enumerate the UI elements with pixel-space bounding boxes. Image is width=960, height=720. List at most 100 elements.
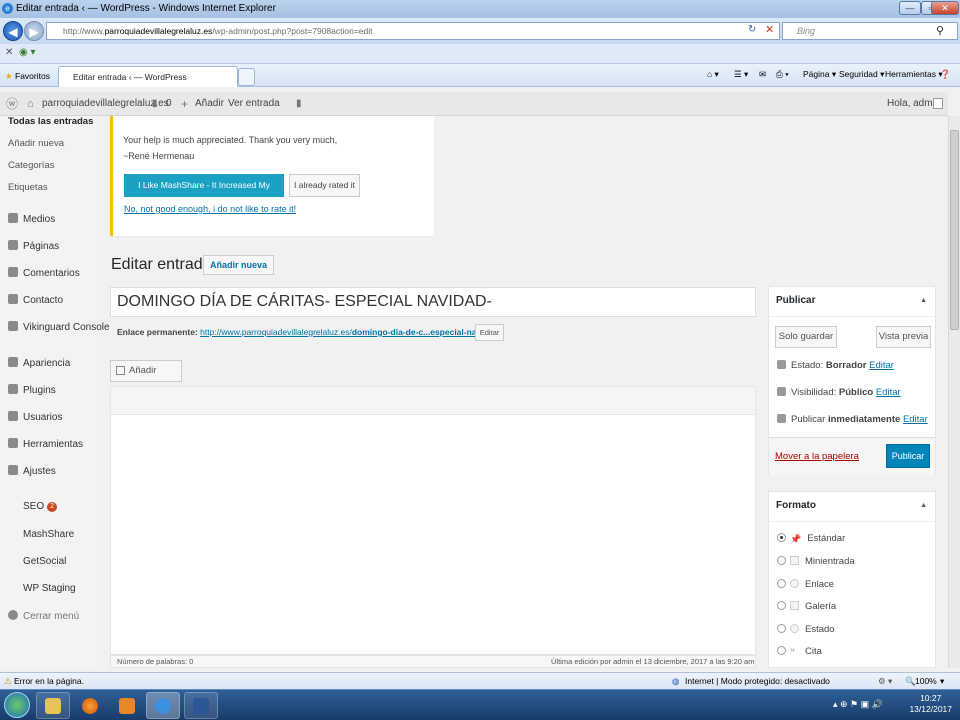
comments-icon[interactable]: ▮	[152, 92, 158, 116]
collapse-arrow-icon[interactable]: ▲	[920, 297, 927, 304]
format-box: Formato ▲ 📌 Estándar Minientrada Enlace G…	[768, 491, 936, 668]
media-player-icon[interactable]	[110, 692, 144, 719]
format-option-aside[interactable]: Minientrada	[777, 556, 855, 567]
already-rated-button[interactable]: I already rated it	[289, 174, 360, 197]
edit-permalink-button[interactable]: Editar	[475, 324, 504, 341]
format-option-gallery[interactable]: Galería	[777, 601, 836, 612]
move-to-trash-link[interactable]: Mover a la papelera	[775, 451, 859, 462]
zoom-level[interactable]: 100%	[915, 673, 937, 689]
stop-icon[interactable]: ✕	[765, 23, 774, 36]
post-title-input[interactable]: DOMINGO DÍA DE CÁRITAS- ESPECIAL NAVIDAD…	[110, 287, 756, 317]
favorites-button[interactable]: ★ Favoritos	[5, 68, 50, 84]
sidebar-item-comments[interactable]: Comentarios	[8, 267, 80, 279]
scrollbar-thumb[interactable]	[950, 130, 959, 330]
editor-toolbar[interactable]	[110, 386, 756, 415]
avatar[interactable]	[933, 98, 943, 109]
address-input[interactable]: http://www.parroquiadevillalegrelaluz.es…	[46, 22, 780, 40]
wordpress-logo-icon[interactable]: ⓦ	[6, 92, 18, 116]
sidebar-item-media[interactable]: Medios	[8, 213, 55, 225]
plugin-icon[interactable]: ▮	[296, 92, 302, 116]
protected-mode-icon[interactable]: ⚙ ▾	[878, 673, 892, 689]
back-button[interactable]: ◀	[3, 21, 23, 41]
feeds-icon[interactable]: ☰ ▾	[734, 69, 748, 80]
sidebar-item-seo[interactable]: SEO 2	[23, 501, 58, 512]
format-option-standard[interactable]: 📌 Estándar	[777, 533, 845, 544]
radio-button[interactable]	[777, 579, 786, 588]
status-error[interactable]: Error en la página.	[14, 673, 84, 689]
browser-tab[interactable]: Editar entrada ‹ — WordPress	[58, 66, 238, 87]
format-option-link[interactable]: Enlace	[777, 579, 834, 590]
radio-button[interactable]	[777, 556, 786, 565]
sidebar-item-wpstaging[interactable]: WP Staging	[23, 583, 76, 594]
taskbar-clock[interactable]: 10:27 13/12/2017	[909, 693, 952, 715]
sidebar-item-plugins[interactable]: Plugins	[8, 384, 56, 396]
security-zone[interactable]: Internet | Modo protegido: desactivado	[685, 673, 830, 689]
refresh-icon[interactable]: ↻	[748, 24, 756, 35]
like-mashshare-button[interactable]: I Like MashShare - It Increased My Share…	[124, 174, 284, 213]
explorer-icon[interactable]	[36, 692, 70, 719]
sidebar-item-contact[interactable]: Contacto	[8, 294, 63, 306]
home-icon[interactable]: ⌂ ▾	[707, 69, 719, 80]
minimize-button[interactable]: —	[899, 1, 921, 15]
mail-icon[interactable]: ✉	[759, 69, 766, 80]
sidebar-item-users[interactable]: Usuarios	[8, 411, 62, 423]
firefox-icon[interactable]	[73, 692, 107, 719]
submenu-tags[interactable]: Etiquetas	[8, 182, 48, 193]
close-toolbar-icon[interactable]: ✕	[5, 47, 13, 58]
pin-icon: 📌	[790, 534, 802, 544]
edit-status-link[interactable]: Editar	[869, 360, 894, 371]
view-post-link[interactable]: Ver entrada	[228, 92, 280, 116]
zoom-dropdown-icon[interactable]: ▾	[940, 673, 944, 689]
edit-schedule-link[interactable]: Editar	[903, 414, 928, 425]
content-editor[interactable]	[110, 415, 756, 655]
radio-button[interactable]	[777, 533, 786, 542]
sidebar-item-getsocial[interactable]: GetSocial	[23, 556, 66, 567]
sidebar-item-vikinguard[interactable]: Vikinguard Console	[8, 321, 110, 333]
not-good-enough-link[interactable]: No, not good enough, i do not like to ra…	[124, 204, 296, 214]
radio-button[interactable]	[777, 646, 786, 655]
edit-visibility-link[interactable]: Editar	[876, 387, 901, 398]
warning-icon[interactable]: ⚠	[4, 673, 12, 689]
comments-count[interactable]: 0	[166, 92, 172, 116]
addon-icon[interactable]: ◉ ▾	[19, 47, 36, 58]
collapse-menu-button[interactable]: Cerrar menú	[8, 610, 79, 622]
submenu-categories[interactable]: Categorías	[8, 160, 54, 171]
preview-button[interactable]: Vista previa	[876, 326, 931, 348]
submenu-add-new[interactable]: Añadir nueva	[8, 138, 64, 149]
page-scrollbar[interactable]	[948, 116, 960, 668]
new-tab-button[interactable]	[238, 68, 255, 86]
submenu-all-posts[interactable]: Todas las entradas	[8, 116, 93, 127]
page-title: Editar entrada	[111, 256, 212, 273]
site-name-link[interactable]: parroquiadevillalegrelaluz.es	[42, 92, 169, 116]
close-button[interactable]: ✕	[931, 1, 959, 15]
save-draft-button[interactable]: Solo guardar	[775, 326, 837, 348]
radio-button[interactable]	[777, 624, 786, 633]
permalink-link[interactable]: http://www.parroquiadevillalegrelaluz.es…	[200, 327, 501, 337]
collapse-arrow-icon[interactable]: ▲	[920, 502, 927, 509]
word-icon[interactable]	[184, 692, 218, 719]
add-new-button[interactable]: Añadir nueva	[203, 255, 275, 275]
search-icon[interactable]: ⚲	[936, 24, 944, 37]
tools-menu[interactable]: Herramientas ▾	[885, 69, 943, 80]
sidebar-item-pages[interactable]: Páginas	[8, 240, 59, 252]
sidebar-item-appearance[interactable]: Apariencia	[8, 357, 70, 369]
ie-taskbar-icon[interactable]	[146, 692, 180, 719]
help-icon[interactable]: ❓	[940, 69, 951, 80]
search-input[interactable]: Bing	[782, 22, 958, 40]
print-icon[interactable]: ⎙ ▾	[776, 69, 789, 80]
sidebar-item-tools[interactable]: Herramientas	[8, 438, 83, 450]
tray-icons[interactable]: ▴ ⊕ ⚑ ▣ 🔊	[833, 699, 883, 710]
format-option-quote[interactable]: ❝ Cita	[777, 646, 822, 658]
publish-button[interactable]: Publicar	[886, 444, 930, 468]
new-content-link[interactable]: Añadir	[195, 92, 224, 116]
calendar-icon	[777, 414, 786, 423]
sidebar-item-settings[interactable]: Ajustes	[8, 465, 56, 477]
page-menu[interactable]: Página ▾	[803, 69, 836, 80]
security-menu[interactable]: Seguridad ▾	[839, 69, 884, 80]
forward-button[interactable]: ▶	[24, 21, 44, 41]
add-media-button[interactable]: Añadir objeto	[110, 360, 182, 396]
start-button[interactable]	[4, 692, 30, 718]
format-option-status[interactable]: Estado	[777, 624, 835, 635]
sidebar-item-mashshare[interactable]: MashShare	[23, 529, 74, 540]
radio-button[interactable]	[777, 601, 786, 610]
